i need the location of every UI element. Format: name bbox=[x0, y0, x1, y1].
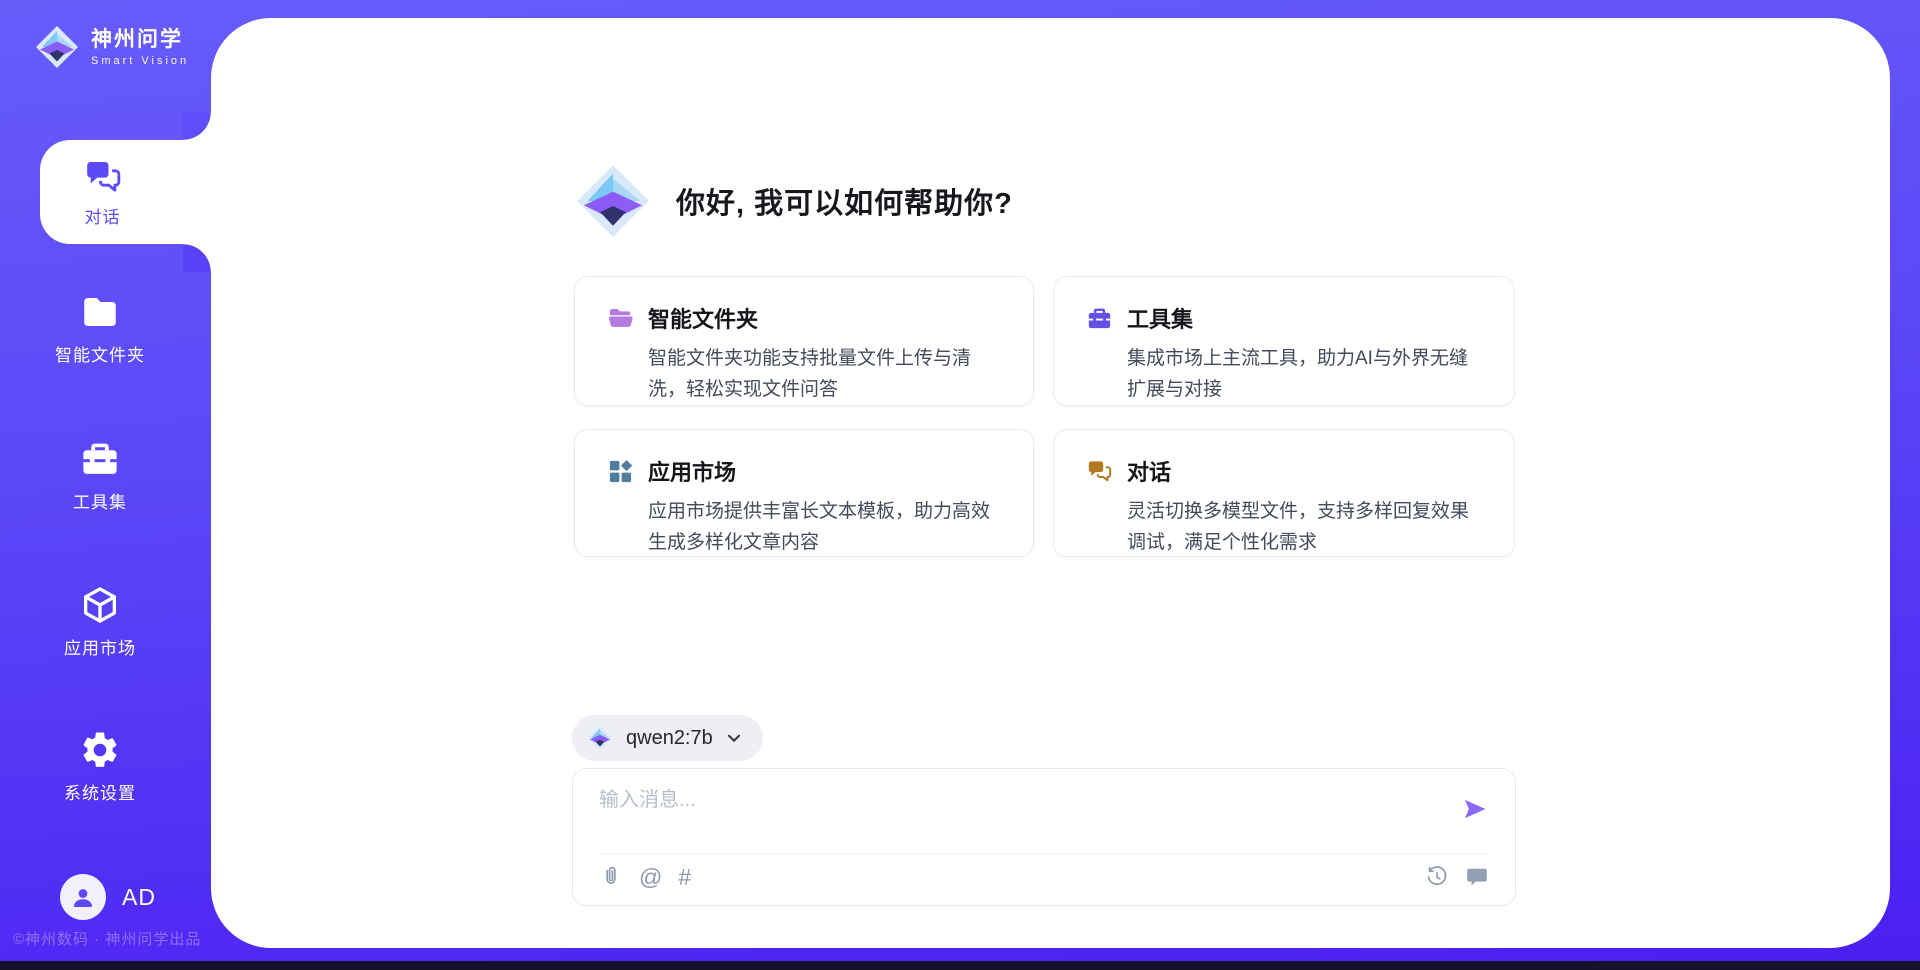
person-icon bbox=[68, 882, 98, 912]
message-input[interactable] bbox=[597, 781, 1461, 847]
sidebar-item-toolset[interactable]: 工具集 bbox=[20, 438, 180, 513]
sidebar-item-settings[interactable]: 系统设置 bbox=[20, 729, 180, 804]
model-name: qwen2:7b bbox=[626, 727, 713, 750]
tab-fillet-bottom bbox=[183, 244, 211, 272]
sidebar-item-smart-folders[interactable]: 智能文件夹 bbox=[20, 291, 180, 366]
sidebar-footer: ©神州数码 · 神州问学出品 bbox=[13, 928, 201, 949]
folder-icon bbox=[607, 305, 634, 332]
history-icon[interactable] bbox=[1425, 865, 1449, 889]
card-title: 应用市场 bbox=[648, 455, 736, 487]
brand-diamond-icon bbox=[33, 23, 81, 71]
composer-divider bbox=[597, 853, 1491, 854]
paperclip-icon[interactable] bbox=[599, 865, 623, 889]
hash-icon[interactable]: # bbox=[678, 865, 691, 889]
market-grid-icon bbox=[607, 458, 634, 485]
sidebar-item-label: 智能文件夹 bbox=[55, 341, 145, 366]
feature-card-app-market[interactable]: 应用市场 应用市场提供丰富长文本模板，助力高效生成多样化文章内容 bbox=[574, 429, 1034, 557]
gear-icon bbox=[79, 729, 121, 771]
chevron-down-icon bbox=[723, 727, 745, 749]
sidebar-item-label: 对话 bbox=[85, 203, 121, 228]
feature-card-toolset[interactable]: 工具集 集成市场上主流工具，助力AI与外界无缝扩展与对接 bbox=[1053, 276, 1515, 406]
brand-diamond-icon bbox=[572, 160, 654, 242]
app-logo: 神州问学 Smart Vision bbox=[33, 23, 189, 71]
user-initials: AD bbox=[122, 884, 156, 911]
user-profile[interactable]: AD bbox=[60, 874, 156, 920]
chat-icon bbox=[83, 157, 123, 197]
brand-subtitle: Smart Vision bbox=[91, 55, 189, 67]
feature-card-chat[interactable]: 对话 灵活切换多模型文件，支持多样回复效果调试，满足个性化需求 bbox=[1053, 429, 1515, 557]
at-icon[interactable]: @ bbox=[639, 865, 662, 889]
bottom-edge-bar bbox=[0, 961, 1920, 970]
sidebar-item-chat[interactable]: 对话 bbox=[40, 140, 211, 244]
card-description: 智能文件夹功能支持批量文件上传与清洗，轻松实现文件问答 bbox=[648, 343, 997, 405]
chat-icon bbox=[1086, 458, 1113, 485]
card-title: 智能文件夹 bbox=[648, 302, 758, 334]
folder-icon bbox=[79, 291, 121, 333]
toolbox-icon bbox=[1086, 305, 1113, 332]
sidebar-item-label: 系统设置 bbox=[64, 779, 136, 804]
greeting-title: 你好, 我可以如何帮助你? bbox=[676, 180, 1013, 222]
model-selector[interactable]: qwen2:7b bbox=[572, 715, 763, 761]
message-composer: @ # bbox=[572, 768, 1516, 906]
card-description: 集成市场上主流工具，助力AI与外界无缝扩展与对接 bbox=[1127, 343, 1478, 405]
tab-fillet-top bbox=[183, 112, 211, 140]
app-window: 神州问学 Smart Vision 对话 智能文件夹 工具集 bbox=[0, 0, 1920, 970]
brand-diamond-icon bbox=[586, 724, 614, 752]
card-description: 灵活切换多模型文件，支持多样回复效果调试，满足个性化需求 bbox=[1127, 496, 1478, 558]
feature-card-smart-folders[interactable]: 智能文件夹 智能文件夹功能支持批量文件上传与清洗，轻松实现文件问答 bbox=[574, 276, 1034, 406]
brand-name: 神州问学 bbox=[91, 28, 189, 52]
sidebar-item-label: 工具集 bbox=[73, 488, 127, 513]
greeting-block: 你好, 我可以如何帮助你? bbox=[572, 160, 1013, 242]
sidebar-item-label: 应用市场 bbox=[64, 634, 136, 659]
card-title: 工具集 bbox=[1127, 302, 1193, 334]
avatar bbox=[60, 874, 106, 920]
send-icon[interactable] bbox=[1461, 795, 1489, 823]
card-description: 应用市场提供丰富长文本模板，助力高效生成多样化文章内容 bbox=[648, 496, 997, 558]
cube-icon bbox=[79, 584, 121, 626]
toolbox-icon bbox=[79, 438, 121, 480]
sidebar-item-app-market[interactable]: 应用市场 bbox=[20, 584, 180, 659]
comment-icon[interactable] bbox=[1465, 865, 1489, 889]
card-title: 对话 bbox=[1127, 455, 1171, 487]
